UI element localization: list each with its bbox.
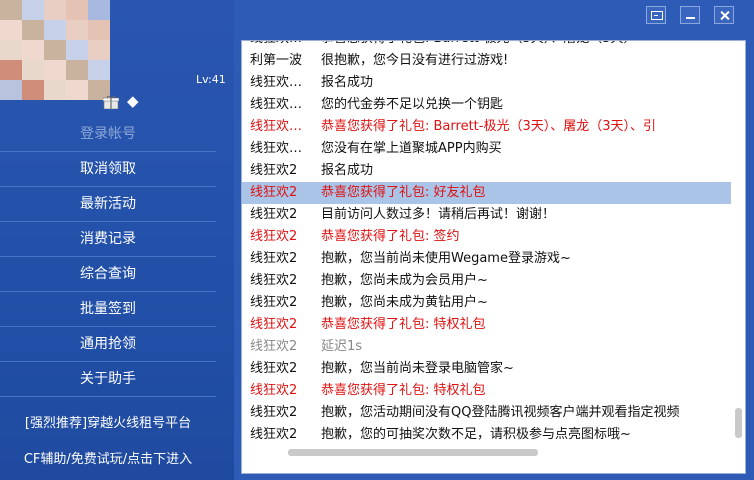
log-message: 很抱歉，您今日没有进行过游戏! [321, 53, 509, 68]
log-source: 线狂欢2 [250, 185, 298, 200]
sidebar: Lv:41 ◆ 登录帐号 取消领取 最新活动 消费记录 综合查询 批量签到 通用抢领 关于助手… [0, 0, 234, 480]
log-row[interactable]: 线狂欢2 目前访问人数过多！请稍后再试！谢谢！ [242, 204, 731, 226]
log-source: 线狂欢2 [250, 229, 298, 244]
log-row[interactable]: 线狂欢… 报名成功 [242, 72, 731, 94]
gift-icon[interactable] [103, 95, 119, 109]
log-source: 线狂欢2 [250, 427, 298, 442]
log-source: 线狂欢… [250, 119, 303, 134]
log-row[interactable]: 线狂欢2 恭喜您获得了礼包: 特权礼包 [242, 380, 731, 402]
log-message: 抱歉，您的可抽奖次数不足，请积极参与点亮图标哦~ [321, 427, 631, 442]
log-message: 您的代金券不足以兑换一个钥匙 [321, 97, 504, 112]
log-message: 目前访问人数过多！请稍后再试！谢谢！ [321, 207, 556, 222]
level-label: Lv:41 [196, 73, 226, 86]
sidebar-item-2[interactable]: 最新活动 [0, 187, 216, 222]
log-source: 线狂欢2 [250, 383, 298, 398]
log-message: 抱歉，您当前尚未使用Wegame登录游戏~ [321, 251, 571, 266]
sidebar-item-6[interactable]: 通用抢领 [0, 327, 216, 362]
log-source: 线狂欢2 [250, 273, 298, 288]
log-message: 恭喜您获得了礼包: Barrett-极光（3天）、屠龙（3天）、引 [321, 119, 656, 134]
sidebar-item-3[interactable]: 消费记录 [0, 222, 216, 257]
log-row[interactable]: 线狂欢… 您没有在掌上道聚城APP内购买 [242, 138, 731, 160]
log-message: 报名成功 [321, 163, 374, 178]
log-message: 恭喜您获得了礼包: 好友礼包 [321, 185, 486, 200]
log-message: 报名成功 [321, 75, 374, 90]
log-source: 线狂欢2 [250, 207, 298, 222]
log-row[interactable]: 线狂欢… 您的代金券不足以兑换一个钥匙 [242, 94, 731, 116]
log-message: 您没有在掌上道聚城APP内购买 [321, 141, 502, 156]
title-bar [234, 0, 754, 34]
log-source: 线狂欢… [250, 75, 303, 90]
log-row[interactable]: 线狂欢2 抱歉，您当前尚未使用Wegame登录游戏~ [242, 248, 731, 270]
log-panel[interactable]: 线狂欢…恭喜您获得了礼包: Barrett-极光（3天）、屠龙（3天）利第一波很… [241, 40, 746, 474]
close-button[interactable] [714, 6, 734, 24]
sidebar-item-1[interactable]: 取消领取 [0, 152, 216, 187]
log-source: 线狂欢… [250, 97, 303, 112]
minimize-button[interactable] [680, 6, 700, 24]
log-row[interactable]: 线狂欢2 抱歉，您尚未成为黄钻用户~ [242, 292, 731, 314]
avatar[interactable] [0, 0, 110, 100]
ad-link-assist[interactable]: CF辅助/免费试玩/点击下进入 [0, 448, 216, 467]
log-row[interactable]: 线狂欢2 抱歉，您活动期间没有QQ登陆腾讯视频客户端并观看指定视频 [242, 402, 731, 424]
log-source: 线狂欢2 [250, 295, 298, 310]
log-message: 抱歉，您活动期间没有QQ登陆腾讯视频客户端并观看指定视频 [321, 405, 680, 420]
log-source: 线狂欢2 [250, 405, 298, 420]
log-row[interactable]: 线狂欢2 恭喜您获得了礼包: 特权礼包 [242, 314, 731, 336]
log-row[interactable]: 线狂欢2 抱歉，您当前尚未登录电脑管家~ [242, 358, 731, 380]
log-message: 抱歉，您当前尚未登录电脑管家~ [321, 361, 514, 376]
restore-button[interactable] [646, 6, 666, 24]
log-row[interactable]: 线狂欢2 抱歉，您尚未成为会员用户~ [242, 270, 731, 292]
log-source: 线狂欢2 [250, 339, 298, 354]
log-source: 利第一波 [250, 53, 303, 68]
log-message: 抱歉，您尚未成为会员用户~ [321, 273, 488, 288]
sidebar-item-0[interactable]: 登录帐号 [0, 117, 216, 152]
log-source: 线狂欢… [250, 41, 320, 50]
sidebar-menu: 登录帐号 取消领取 最新活动 消费记录 综合查询 批量签到 通用抢领 关于助手 [0, 117, 216, 397]
vertical-scrollbar-thumb[interactable] [735, 408, 742, 438]
log-source: 线狂欢… [250, 141, 303, 156]
log-row[interactable]: 利第一波 很抱歉，您今日没有进行过游戏! [242, 50, 731, 72]
ad-link-rental[interactable]: [强烈推荐]穿越火线租号平台 [0, 412, 216, 431]
log-message: 恭喜您获得了礼包: 签约 [321, 229, 460, 244]
log-row[interactable]: 线狂欢…恭喜您获得了礼包: Barrett-极光（3天）、屠龙（3天） [242, 41, 731, 50]
log-message: 恭喜您获得了礼包: Barrett-极光（3天）、屠龙（3天） [321, 41, 637, 50]
sidebar-item-5[interactable]: 批量签到 [0, 292, 216, 327]
log-message: 恭喜您获得了礼包: 特权礼包 [321, 383, 486, 398]
log-row[interactable]: 线狂欢2 恭喜您获得了礼包: 签约 [242, 226, 731, 248]
log-message: 抱歉，您尚未成为黄钻用户~ [321, 295, 488, 310]
log-row[interactable]: 线狂欢2 恭喜您获得了礼包: 好友礼包 [242, 182, 731, 204]
log-row[interactable]: 线狂欢2 抱歉，您的可抽奖次数不足，请积极参与点亮图标哦~ [242, 424, 731, 446]
log-source: 线狂欢2 [250, 163, 298, 178]
sidebar-item-7[interactable]: 关于助手 [0, 362, 216, 397]
log-source: 线狂欢2 [250, 317, 298, 332]
log-message: 恭喜您获得了礼包: 特权礼包 [321, 317, 486, 332]
log-source: 线狂欢2 [250, 361, 298, 376]
horizontal-scrollbar-thumb[interactable] [288, 449, 538, 456]
log-row[interactable]: 线狂欢2 报名成功 [242, 160, 731, 182]
log-message: 延迟1s [321, 339, 363, 354]
diamond-icon[interactable]: ◆ [127, 93, 139, 109]
log-source: 线狂欢2 [250, 251, 298, 266]
sidebar-item-4[interactable]: 综合查询 [0, 257, 216, 292]
log-row[interactable]: 线狂欢2 延迟1s [242, 336, 731, 358]
log-row[interactable]: 线狂欢… 恭喜您获得了礼包: Barrett-极光（3天）、屠龙（3天）、引 [242, 116, 731, 138]
